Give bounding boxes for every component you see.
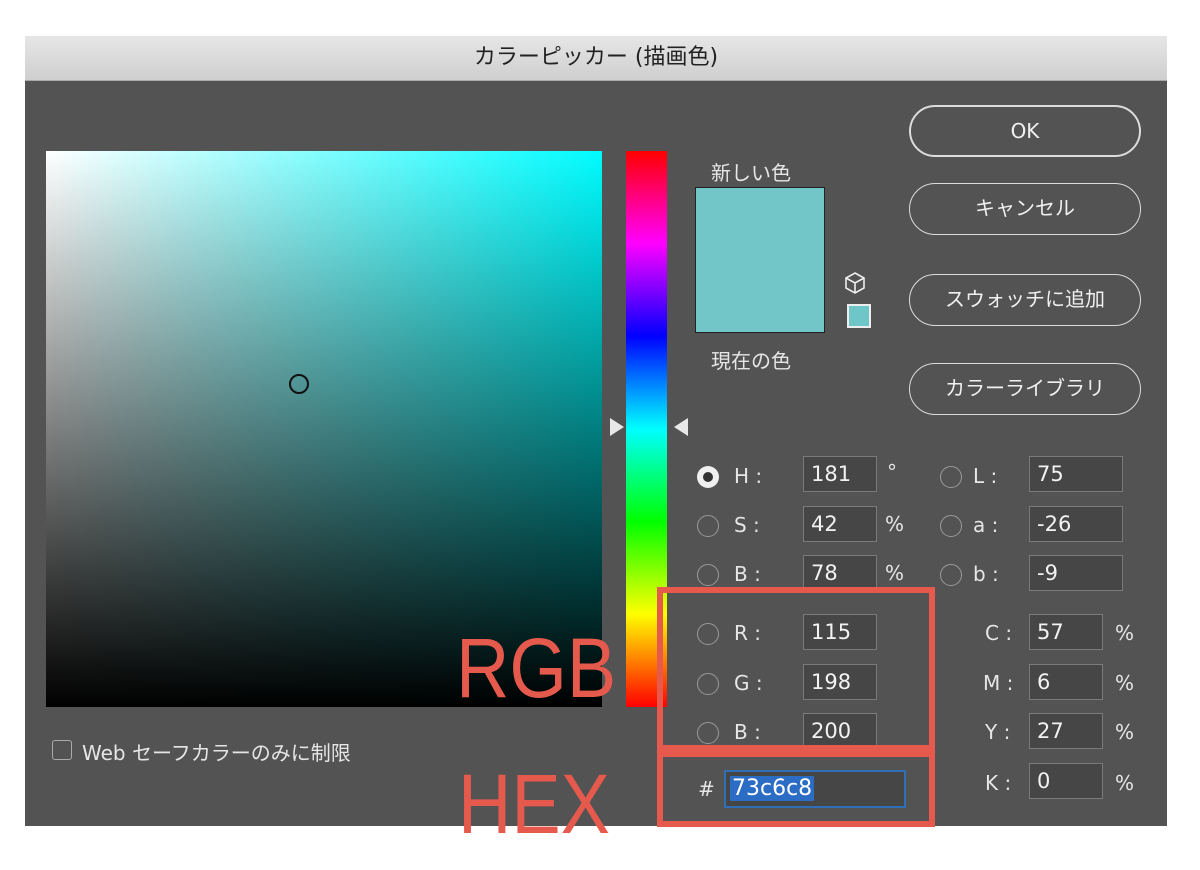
m-label: M : (983, 671, 1014, 695)
h-unit: ° (887, 460, 897, 484)
out-of-gamut-cube-icon[interactable] (845, 272, 865, 294)
b-unit: % (885, 561, 905, 585)
radio-b[interactable] (697, 564, 719, 586)
hex-annotation-label: HEX (458, 757, 610, 851)
s-label: S : (734, 513, 760, 537)
c-input[interactable]: 57 (1029, 614, 1103, 650)
m-input[interactable]: 6 (1029, 664, 1103, 700)
s-unit: % (885, 512, 905, 536)
l-label: L : (973, 464, 998, 488)
add-to-swatches-button[interactable]: スウォッチに追加 (909, 274, 1141, 326)
a-label: a : (973, 513, 999, 537)
lab-b-input[interactable]: -9 (1029, 555, 1123, 591)
color-library-button[interactable]: カラーライブラリ (909, 363, 1141, 415)
c-label: C : (985, 621, 1013, 645)
websafe-label: Web セーフカラーのみに制限 (82, 741, 351, 765)
h-label: H : (734, 464, 763, 488)
rgb-annotation-box (657, 587, 935, 751)
ok-button[interactable]: OK (909, 105, 1141, 157)
new-color-swatch (695, 187, 825, 333)
radio-s[interactable] (697, 515, 719, 537)
k-input[interactable]: 0 (1029, 763, 1103, 799)
radio-l[interactable] (940, 466, 962, 488)
h-input[interactable]: 181 (803, 456, 877, 492)
radio-a[interactable] (940, 515, 962, 537)
y-unit: % (1115, 720, 1135, 744)
hue-slider-left-arrow-icon[interactable] (610, 418, 624, 436)
a-input[interactable]: -26 (1029, 506, 1123, 542)
window-title: カラーピッカー (描画色) (25, 36, 1167, 81)
l-input[interactable]: 75 (1029, 456, 1123, 492)
lab-b-label: b : (973, 562, 999, 586)
new-color-label: 新しい色 (711, 161, 791, 185)
s-input[interactable]: 42 (803, 506, 877, 542)
current-color-label: 現在の色 (711, 349, 791, 373)
k-label: K : (985, 771, 1012, 795)
rgb-annotation-label: RGB (456, 621, 617, 715)
radio-h[interactable] (697, 466, 719, 488)
m-unit: % (1115, 671, 1135, 695)
hex-annotation-box (657, 751, 935, 827)
k-unit: % (1115, 771, 1135, 795)
websafe-color-swatch[interactable] (847, 304, 871, 328)
websafe-checkbox[interactable] (52, 740, 72, 760)
radio-lab-b[interactable] (940, 564, 962, 586)
y-input[interactable]: 27 (1029, 713, 1103, 749)
y-label: Y : (985, 720, 1011, 744)
cancel-button[interactable]: キャンセル (909, 183, 1141, 235)
b-label: B : (734, 562, 761, 586)
field-cursor[interactable] (289, 374, 309, 394)
hue-slider-right-arrow-icon[interactable] (674, 418, 688, 436)
b-input[interactable]: 78 (803, 555, 877, 591)
c-unit: % (1115, 621, 1135, 645)
